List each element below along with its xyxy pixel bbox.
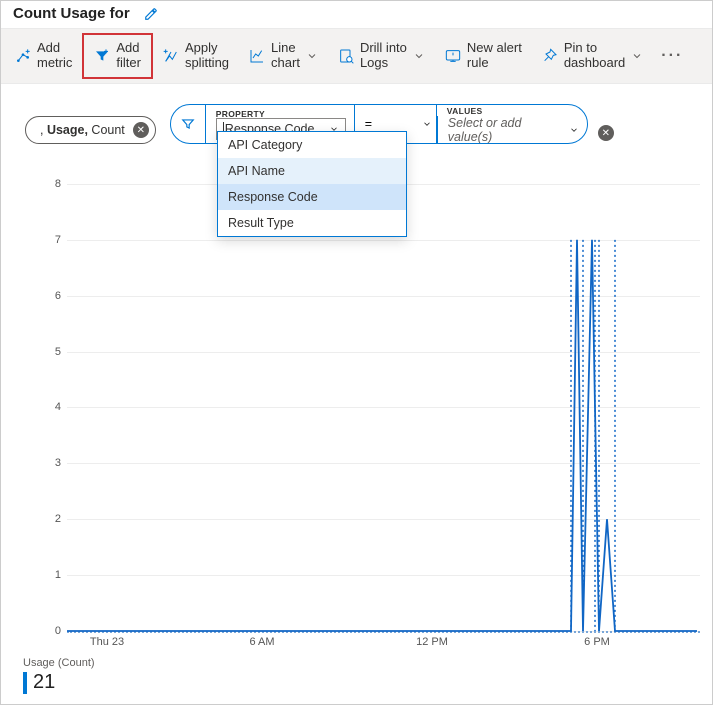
legend: Usage (Count) 21 — [23, 657, 95, 694]
remove-filter-button[interactable]: ✕ — [598, 125, 614, 141]
new-alert-label: New alert rule — [467, 41, 522, 71]
page-title: Count Usage for — [13, 5, 130, 22]
apply-splitting-button[interactable]: Apply splitting — [153, 35, 239, 77]
drill-logs-button[interactable]: Drill into Logs — [328, 35, 435, 77]
drill-logs-label: Drill into Logs — [360, 41, 407, 71]
values-placeholder: Select or add value(s) — [448, 116, 569, 144]
operator-value: = — [365, 117, 372, 131]
more-button[interactable]: ··· — [653, 41, 691, 71]
add-metric-label: Add metric — [37, 41, 72, 71]
add-filter-label: Add filter — [116, 41, 141, 71]
chevron-down-icon — [306, 50, 318, 62]
edit-icon[interactable] — [144, 7, 158, 21]
pin-label: Pin to dashboard — [564, 41, 625, 71]
chevron-down-icon — [422, 119, 432, 129]
values-header: VALUES — [437, 104, 587, 116]
chevron-down-icon — [413, 50, 425, 62]
property-dropdown: API CategoryAPI NameResponse CodeResult … — [217, 131, 407, 237]
chevron-down-icon — [631, 50, 643, 62]
filter-icon — [171, 105, 205, 143]
metric-pill-text: , Usage, Count — [40, 123, 125, 137]
page-header: Count Usage for — [1, 1, 712, 28]
add-metric-button[interactable]: Add metric — [5, 35, 82, 77]
dropdown-item[interactable]: Response Code — [218, 184, 406, 210]
new-alert-button[interactable]: New alert rule — [435, 35, 532, 77]
pin-button[interactable]: Pin to dashboard — [532, 35, 653, 77]
line-chart-label: Line chart — [271, 41, 300, 71]
dropdown-item[interactable]: API Name — [218, 158, 406, 184]
legend-value: 21 — [33, 671, 55, 694]
metric-pill[interactable]: , Usage, Count ✕ — [25, 116, 156, 144]
legend-swatch — [23, 672, 27, 694]
legend-label: Usage (Count) — [23, 657, 95, 669]
add-filter-button[interactable]: Add filter — [82, 33, 153, 79]
values-select[interactable]: Select or add value(s) — [437, 116, 587, 144]
chevron-down-icon — [569, 125, 579, 135]
dropdown-item[interactable]: API Category — [218, 132, 406, 158]
dropdown-item[interactable]: Result Type — [218, 210, 406, 236]
apply-splitting-label: Apply splitting — [185, 41, 229, 71]
toolbar: Add metric Add filter Apply splitting Li… — [1, 28, 712, 84]
close-icon[interactable]: ✕ — [133, 122, 149, 138]
line-chart-button[interactable]: Line chart — [239, 35, 328, 77]
